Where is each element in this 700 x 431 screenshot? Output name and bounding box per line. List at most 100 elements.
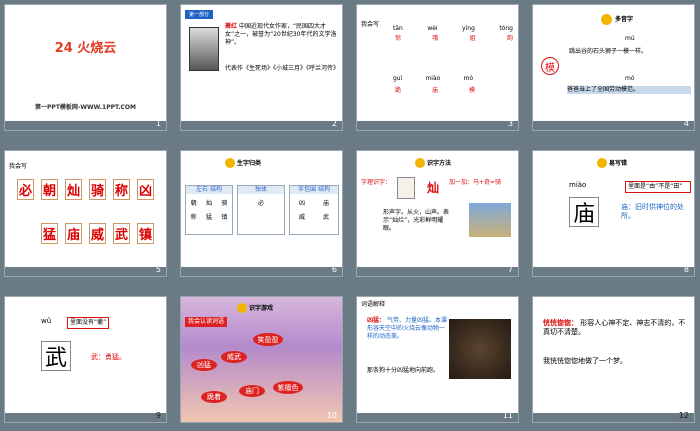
pinyin: yíng (462, 25, 475, 32)
char: 姐 (469, 35, 476, 42)
char: 骑 (221, 200, 228, 207)
char-cell: 必 (17, 179, 34, 200)
char: 模 (468, 87, 475, 94)
char: 惊 (395, 35, 402, 42)
category-head: 左右 结构 (186, 186, 232, 194)
char-cell: 凶 (137, 179, 154, 200)
section-label: 我会写 (361, 21, 380, 28)
slide-number: 9 (155, 411, 161, 420)
slide-title: 多音字 (615, 16, 634, 23)
category-head: 半包围 结构 (290, 186, 338, 194)
char-description: 形声字。从火，山声。表示“灿烂”，光彩鲜明耀眼。 (383, 209, 450, 232)
polyphone-char: 模 (541, 57, 559, 75)
slide-number: 12 (678, 411, 689, 420)
key-char: 庙 (569, 197, 599, 227)
slide-title: 生字归类 (237, 160, 262, 167)
slide-number: 5 (155, 265, 161, 274)
slide-title: 识字游戏 (249, 305, 274, 312)
slide-7[interactable]: 识字方法 字理识字： 灿 加一加：马+奇=骑 形声字。从火，山声。表示“灿烂”，… (356, 150, 519, 277)
word-bubble[interactable]: 威武 (221, 351, 247, 363)
slide-9[interactable]: wǔ 里面没有“撇” 武 武：勇猛。 9 (4, 296, 167, 423)
slide-title: 识字方法 (427, 160, 452, 167)
word-bubble[interactable]: 紫檀色 (273, 381, 303, 394)
pinyin: miào (425, 75, 441, 82)
char: 庙 (431, 87, 438, 94)
char: 猛 (205, 214, 212, 221)
word-bubble[interactable]: 庙门 (239, 385, 265, 397)
author-name: 萧红 (225, 23, 238, 30)
term: 恍恍惚惚： (543, 319, 578, 327)
char-image (397, 177, 415, 199)
char-cell: 镇 (137, 223, 154, 244)
char: 灿 (205, 200, 212, 207)
warning-note: 里面是“由”不是“田” (625, 181, 691, 193)
slide-1-title: 24 火烧云 (54, 41, 117, 56)
char: 必 (257, 200, 264, 207)
horse-photo (469, 203, 511, 237)
slide-number: 11 (502, 411, 513, 420)
char-cell: 骑 (89, 179, 106, 200)
slide-1-footer: 第一PPT模板网-WWW.1PPT.COM (35, 104, 136, 111)
char: 威 (298, 214, 305, 221)
section-label: 我会写 (9, 163, 28, 170)
char-cell: 武 (113, 223, 130, 244)
key-char: 灿 (427, 181, 440, 195)
slide-11[interactable]: 词语解释 凶猛： 气势、力量凶猛。本课形容天空中的火烧云像动物一样的动态美。 那… (356, 296, 519, 423)
slide-3[interactable]: 我会写 tān wèi yíng tóng 惊 哦 姐 韵 guì miào mó 跪 庙 模 3 (356, 4, 519, 131)
word-bubble[interactable]: 凶猛 (191, 359, 217, 371)
term: 凶猛： (367, 317, 386, 324)
slide-8[interactable]: 易写错 miào 里面是“由”不是“田” 庙 庙：旧时供神位的处所。 8 (532, 150, 695, 277)
slide-4[interactable]: 多音字 mú 模 跳出谷的石头狮子一模一样。 mó 爸爸当上了全国劳动模范。 4 (532, 4, 695, 131)
char: 庙 (322, 200, 329, 207)
slide-number: 3 (507, 119, 513, 128)
method-hint: 字理识字： (361, 179, 392, 186)
char: 哦 (432, 35, 439, 42)
slide-title: 易写错 (609, 160, 628, 167)
word-bubble[interactable]: 笑盈盈 (253, 333, 283, 346)
sentence: 爸爸当上了全国劳动模范。 (567, 86, 691, 94)
pinyin: tóng (499, 25, 513, 32)
char-cell: 朝 (41, 179, 58, 200)
pinyin: guì (393, 75, 403, 82)
slide-5[interactable]: 我会写 必 朝 灿 骑 称 凶 猛 庙 威 武 镇 5 (4, 150, 167, 277)
game-badge: 我会认读词语 (185, 317, 228, 327)
slide-number: 6 (331, 265, 337, 274)
slide-number: 4 (683, 119, 689, 128)
warning-note: 里面没有“撇” (67, 317, 110, 329)
key-char: 武 (41, 341, 71, 371)
pinyin: mú (625, 35, 635, 42)
word-bubble[interactable]: 跪着 (201, 391, 227, 403)
slide-2[interactable]: 第一部分 萧红 中国近现代女作家，“民国四大才女”之一，被誉为“20世纪30年代… (180, 4, 343, 131)
lantern-icon (601, 14, 612, 25)
char-cell: 称 (113, 179, 130, 200)
slide-10[interactable]: 识字游戏 我会认读词语 笑盈盈 凶猛 威武 庙门 紫檀色 跪着 10 (180, 296, 343, 423)
slide-6[interactable]: 生字归类 左右 结构 朝 灿 骑 称 猛 镇 独体 必 半包围 结构 凶 庙 威 武 6 (180, 150, 343, 277)
pinyin: tān (393, 25, 403, 32)
pinyin: wèi (427, 25, 438, 32)
slide-number: 10 (326, 411, 337, 420)
char-cell: 猛 (41, 223, 58, 244)
slide-number: 2 (331, 119, 337, 128)
lantern-icon (237, 303, 247, 313)
pinyin: wǔ (41, 317, 52, 325)
char-meaning: 武：勇猛。 (91, 353, 126, 361)
char: 称 (190, 214, 197, 221)
category-head: 独体 (238, 186, 284, 194)
sentence: 跳出谷的石头狮子一模一样。 (569, 48, 648, 55)
slide-12[interactable]: 恍恍惚惚： 形容人心神不定、神志不清的，不真切不清楚。 我恍恍惚惚地做了一个梦。… (532, 296, 695, 423)
char: 朝 (190, 200, 197, 207)
pinyin: mó (463, 75, 473, 82)
char-cell: 庙 (65, 223, 82, 244)
author-bio: 中国近现代女作家，“民国四大才女”之一，被誉为“20世纪30年代的文学洛神”。 (225, 23, 337, 46)
slide-1[interactable]: 24 火烧云 第一PPT模板网-WWW.1PPT.COM 1 (4, 4, 167, 131)
section-label: 词语解释 (361, 301, 386, 308)
char: 韵 (506, 35, 513, 42)
example-sentence: 那条狗十分凶猛地向前跑。 (367, 367, 440, 374)
lantern-icon (415, 158, 425, 168)
char-cell: 威 (89, 223, 106, 244)
char: 镇 (221, 214, 228, 221)
pinyin: mó (625, 75, 635, 82)
slide-number: 1 (155, 119, 161, 128)
person-photo (189, 27, 219, 71)
slide-number: 7 (507, 265, 513, 274)
